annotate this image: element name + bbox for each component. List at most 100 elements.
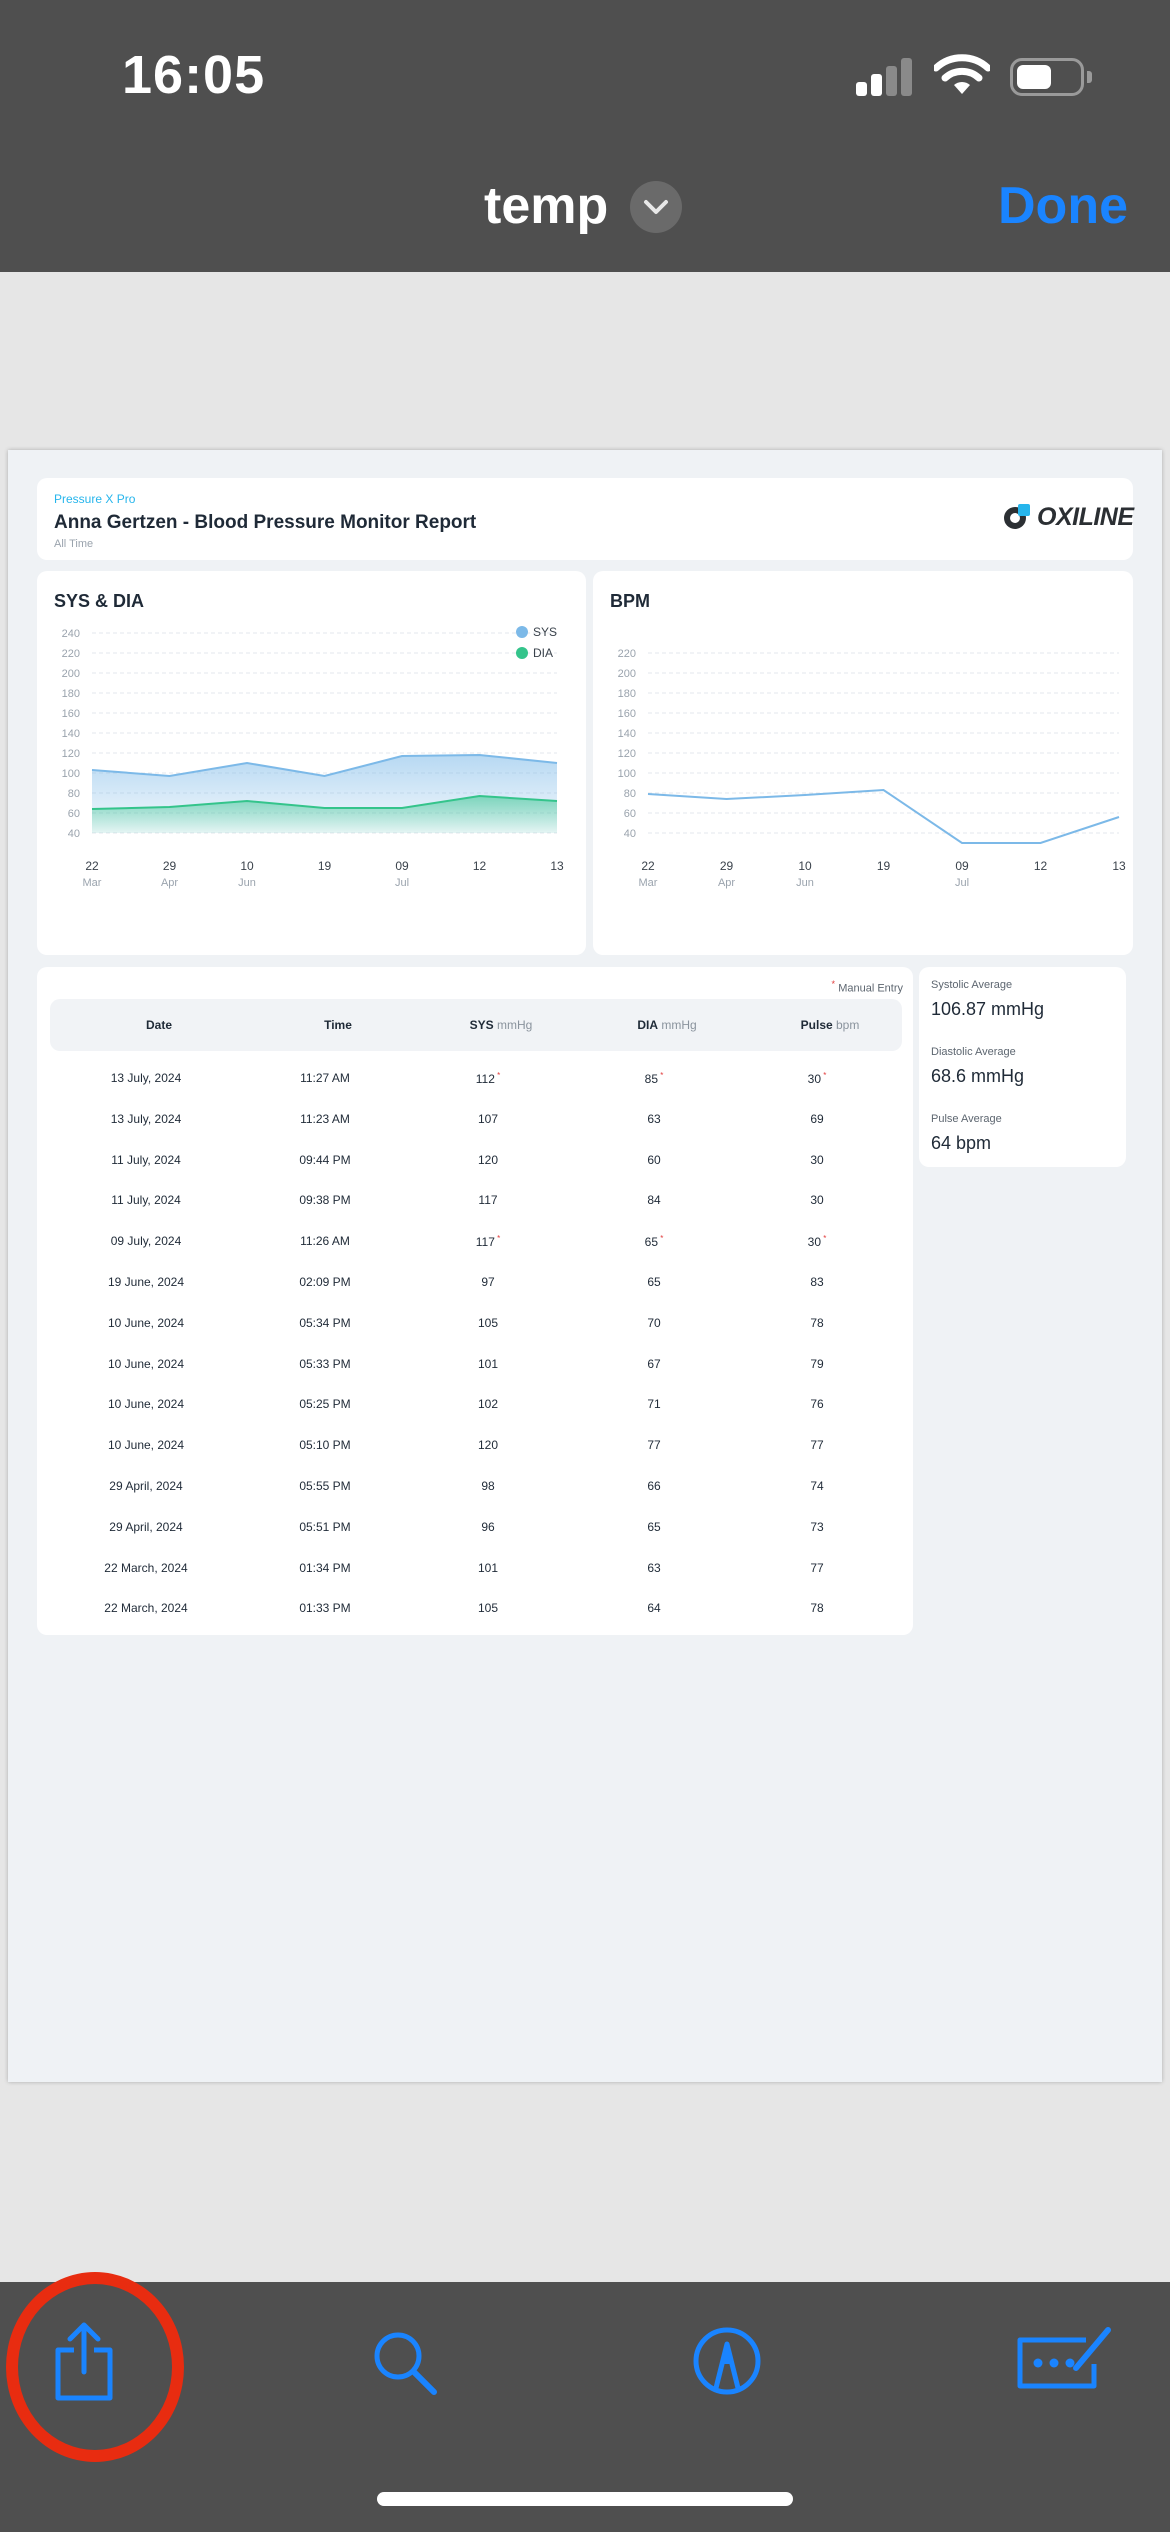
readings-table: * Manual Entry Date Time SYS mmHg DIA mm… (37, 967, 913, 1635)
table-row: 19 June, 2024 02:09 PM 97 65 83 (37, 1261, 913, 1302)
cell-time: 11:27 AM (300, 1071, 350, 1085)
cell-date: 13 July, 2024 (110, 1071, 182, 1085)
cell-sys: 117 (478, 1193, 498, 1208)
table-row: 10 June, 2024 05:25 PM 102 71 76 (37, 1383, 913, 1424)
cell-time: 01:33 PM (299, 1601, 351, 1616)
x-tick-label: 29 (720, 859, 734, 873)
status-time: 16:05 (122, 45, 266, 105)
table-row: 13 July, 2024 11:23 AM 107 63 69 (37, 1098, 913, 1139)
cell-dia: 84 (647, 1193, 661, 1208)
cell-time: 11:26 AM (300, 1234, 350, 1249)
systolic-average-label: Systolic Average (931, 979, 1013, 991)
table-row: 09 July, 2024 11:26 AM 117 * 65 * 30 * (37, 1220, 913, 1261)
cell-dia: 65 (647, 1275, 661, 1289)
title-menu-button[interactable] (630, 181, 682, 233)
cell-time: 09:38 PM (299, 1193, 351, 1208)
cell-time: 05:51 PM (299, 1519, 351, 1534)
table-row: 22 March, 2024 01:34 PM 101 63 77 (37, 1547, 913, 1588)
y-tick-label: 180 (62, 688, 80, 700)
cell-date: 22 March, 2024 (104, 1560, 188, 1575)
header-date: Date (145, 1018, 173, 1032)
done-button[interactable]: Done (998, 176, 1128, 236)
cell-sys: 107 (477, 1111, 499, 1126)
cell-sys: 112 * (475, 1071, 501, 1086)
table-row: 29 April, 2024 05:51 PM 96 65 73 (37, 1506, 913, 1547)
top-bar: 16:05 temp Done (0, 0, 1170, 272)
sys-dia-chart-svg: 240 220 200 180 160 140 120 100 80 60 40 22 Mar 29 Apr… (62, 625, 564, 889)
cell-dia: 64 (647, 1601, 661, 1616)
systolic-average-value: 106.87 mmHg (931, 999, 1045, 1019)
x-tick-month-label: Apr (161, 877, 178, 889)
header-pulse: Pulse bpm (800, 1018, 860, 1032)
cell-dia: 66 (647, 1479, 661, 1493)
report-title: Anna Gertzen - Blood Pressure Monitor Re… (54, 512, 477, 533)
x-tick-month-label: Jun (238, 877, 256, 889)
cell-pulse: 79 (810, 1356, 824, 1371)
markup-icon[interactable] (692, 2326, 762, 2396)
x-tick-month-label: Jun (796, 877, 814, 889)
report-header: Pressure X Pro Anna Gertzen - Blood Pres… (37, 478, 1134, 560)
cell-pulse: 74 (810, 1479, 824, 1493)
y-tick-label: 100 (618, 768, 636, 780)
x-tick-label: 13 (550, 859, 564, 873)
cell-pulse: 77 (810, 1438, 824, 1453)
bpm-chart-svg: 220 200 180 160 140 120 100 80 60 40 22 Mar 29 Apr 10 J… (618, 648, 1126, 889)
cell-dia: 85 * (644, 1071, 664, 1086)
cell-time: 05:10 PM (299, 1438, 351, 1453)
cell-pulse: 77 (810, 1560, 824, 1575)
x-tick-label: 10 (798, 859, 812, 873)
cell-dia: 63 (647, 1560, 661, 1575)
y-tick-label: 40 (624, 828, 636, 840)
legend-dot-sys (516, 626, 528, 638)
y-tick-label: 180 (618, 688, 636, 700)
table-row: 10 June, 2024 05:10 PM 120 77 77 (37, 1424, 913, 1465)
home-indicator[interactable] (377, 2492, 793, 2506)
x-tick-label: 19 (318, 859, 332, 873)
cell-pulse: 73 (810, 1519, 824, 1534)
signature-icon[interactable] (1016, 2324, 1114, 2390)
x-tick-label: 10 (240, 859, 254, 873)
legend-label-dia: DIA (533, 646, 553, 660)
cell-sys: 120 (477, 1152, 499, 1167)
cell-sys: 98 (481, 1479, 495, 1493)
cell-date: 10 June, 2024 (107, 1438, 185, 1453)
cell-dia: 60 (647, 1152, 661, 1167)
cell-time: 09:44 PM (299, 1152, 351, 1167)
cell-date: 09 July, 2024 (110, 1234, 182, 1249)
cell-sys: 117 * (475, 1234, 501, 1250)
cell-dia: 67 (647, 1356, 661, 1371)
y-tick-label: 220 (62, 648, 80, 660)
x-tick-label: 19 (877, 859, 891, 873)
cell-pulse: 78 (810, 1601, 824, 1616)
x-tick-label: 09 (955, 859, 969, 873)
app-name: Pressure X Pro (54, 492, 136, 506)
search-icon[interactable] (372, 2330, 438, 2396)
cell-date: 10 June, 2024 (107, 1356, 185, 1371)
header-sys: SYS mmHg (469, 1018, 533, 1032)
cell-pulse: 30 (810, 1193, 824, 1208)
wifi-icon (934, 54, 990, 94)
manual-entry-marker: * (494, 1071, 501, 1080)
y-tick-label: 120 (62, 748, 80, 760)
x-tick-label: 12 (473, 859, 487, 873)
cell-pulse: 78 (810, 1315, 824, 1330)
cell-dia: 63 (647, 1111, 661, 1126)
y-tick-label: 140 (618, 728, 636, 740)
diastolic-average-label: Diastolic Average (931, 1046, 1016, 1058)
cell-date: 29 April, 2024 (109, 1479, 183, 1493)
cell-date: 10 June, 2024 (107, 1315, 185, 1330)
cell-date: 19 June, 2024 (107, 1275, 185, 1289)
header-time: Time (324, 1018, 352, 1032)
cell-time: 05:33 PM (299, 1356, 351, 1371)
series-line-series (647, 788, 1120, 844)
cell-time: 01:34 PM (299, 1560, 351, 1575)
sys-dia-chart: SYS & DIA 240 220 200 180 160 140 120 100 80 60 40… (37, 571, 586, 955)
cell-pulse: 83 (810, 1275, 824, 1289)
y-tick-label: 240 (62, 628, 80, 640)
oxiline-logo: OXILINE (1001, 502, 1134, 532)
y-tick-label: 100 (62, 768, 80, 780)
y-tick-label: 200 (618, 668, 636, 680)
cell-time: 05:34 PM (299, 1315, 351, 1330)
manual-entry-note: * Manual Entry (831, 979, 903, 995)
pdf-page[interactable]: Pressure X Pro Anna Gertzen - Blood Pres… (8, 450, 1162, 2082)
